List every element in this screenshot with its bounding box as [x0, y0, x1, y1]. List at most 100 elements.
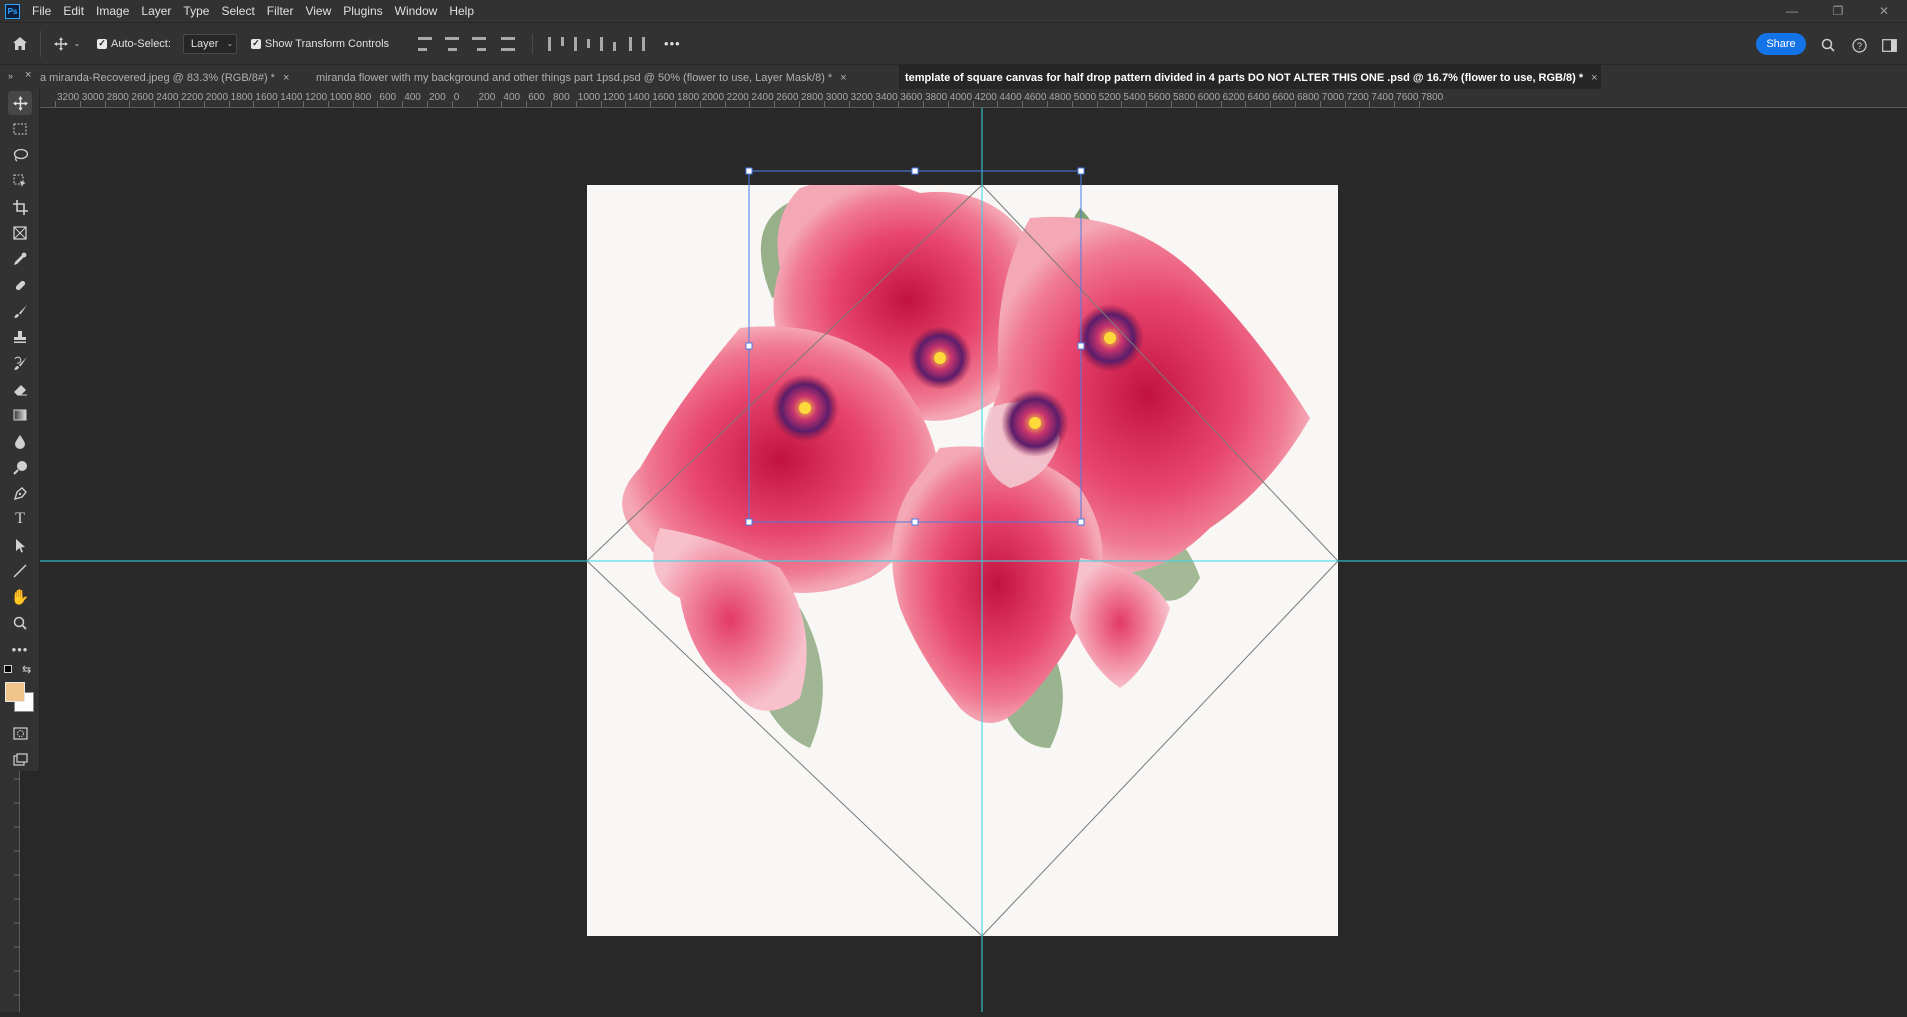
ruler-label: 5800 [1173, 92, 1196, 103]
edit-toolbar-icon[interactable]: ••• [8, 637, 32, 661]
panel-collapse-icon[interactable]: » [8, 71, 13, 81]
menu-plugins[interactable]: Plugins [337, 0, 388, 22]
transform-handle[interactable] [745, 518, 753, 526]
default-colors-icon[interactable] [4, 665, 12, 673]
search-icon[interactable] [1818, 35, 1838, 55]
ruler-tick [774, 101, 776, 107]
ruler-label: 2000 [205, 92, 229, 103]
ruler-label: 600 [379, 92, 397, 103]
ruler-tick [501, 101, 503, 107]
ruler-tick [1171, 101, 1172, 107]
tab-close-icon[interactable]: × [283, 72, 289, 84]
lasso-icon[interactable] [8, 143, 32, 167]
align-bottom-icon[interactable] [600, 36, 617, 51]
align-left-icon[interactable] [418, 36, 434, 51]
ruler-tick [724, 101, 726, 107]
ruler-tick [1220, 101, 1222, 107]
path-selection-icon[interactable] [8, 533, 32, 557]
screen-mode-icon[interactable] [8, 747, 32, 771]
align-right-icon[interactable] [470, 36, 487, 51]
move-tool-icon[interactable] [53, 36, 69, 51]
restore-icon[interactable]: ❐ [1815, 0, 1861, 22]
quick-mask-icon[interactable] [8, 721, 32, 745]
menu-layer[interactable]: Layer [135, 0, 177, 22]
ruler-label: 4600 [1024, 92, 1047, 103]
eraser-icon[interactable] [8, 377, 32, 401]
home-icon[interactable] [0, 36, 40, 51]
transform-handle[interactable] [911, 518, 919, 526]
menu-select[interactable]: Select [215, 0, 260, 22]
history-brush-icon[interactable] [8, 351, 32, 375]
menu-edit[interactable]: Edit [57, 0, 90, 22]
ruler-tick [1319, 101, 1321, 107]
swap-colors-icon[interactable]: ⇆ [22, 663, 31, 676]
menu-view[interactable]: View [299, 0, 337, 22]
close-icon[interactable]: × [25, 69, 31, 81]
menu-filter[interactable]: Filter [261, 0, 300, 22]
dodge-icon[interactable] [8, 455, 32, 479]
document-canvas[interactable] [40, 108, 1907, 1012]
ruler-tick [699, 101, 701, 107]
frame-icon[interactable] [8, 221, 32, 245]
ruler-tick [129, 101, 131, 107]
blur-icon[interactable] [8, 429, 32, 453]
distribute-vertical-icon[interactable] [501, 36, 517, 51]
ruler-tick [997, 101, 999, 107]
object-selection-icon[interactable] [8, 169, 32, 193]
transform-handle[interactable] [911, 167, 919, 175]
distribute-horizontal-icon[interactable] [629, 36, 646, 51]
menu-type[interactable]: Type [177, 0, 215, 22]
more-options-icon[interactable]: ••• [664, 36, 681, 51]
ruler-tick [823, 101, 825, 107]
align-horizontal-center-icon[interactable] [444, 36, 460, 51]
ruler-tick [278, 101, 280, 107]
tab-close-icon[interactable]: × [840, 72, 846, 84]
pen-icon[interactable] [8, 481, 32, 505]
transform-handle[interactable] [745, 342, 753, 350]
hand-icon[interactable]: ✋ [8, 585, 32, 609]
tab-label: miranda flower with my background and ot… [316, 71, 833, 84]
ruler-label: 400 [503, 92, 521, 103]
menu-window[interactable]: Window [389, 0, 444, 22]
transform-handle[interactable] [1077, 518, 1085, 526]
horizontal-ruler: 3200 3000 2800 2600 2400 2200 2000 1800 1600 1400… [40, 89, 1907, 108]
document-workspace[interactable] [40, 108, 1907, 1012]
ruler-tick [873, 101, 875, 107]
ruler-label: 1200 [602, 92, 625, 103]
close-icon[interactable]: ✕ [1861, 0, 1907, 22]
gradient-icon[interactable] [8, 403, 32, 427]
tab-close-icon[interactable]: × [1591, 72, 1597, 84]
rectangular-marquee-icon[interactable] [8, 117, 32, 141]
zoom-icon[interactable] [8, 611, 32, 635]
auto-select-checkbox[interactable]: ✓ [97, 38, 107, 49]
workspace-icon[interactable] [1879, 35, 1899, 55]
ruler-tick [1195, 101, 1197, 107]
help-icon[interactable]: ? [1849, 35, 1869, 55]
align-vertical-center-icon[interactable] [574, 36, 591, 51]
share-button[interactable]: Share [1756, 33, 1806, 55]
transform-handle[interactable] [1077, 167, 1085, 175]
transform-handle[interactable] [1077, 342, 1085, 350]
move-tool-icon[interactable] [8, 91, 32, 115]
align-top-icon[interactable] [548, 36, 565, 51]
tab-document-1[interactable]: a miranda-Recovered.jpeg @ 83.3% (RGB/8#… [34, 65, 302, 90]
auto-select-target-dropdown[interactable]: Layer ⌄ [182, 33, 237, 54]
tab-document-2[interactable]: miranda flower with my background and ot… [310, 65, 894, 90]
line-icon[interactable] [8, 559, 32, 583]
foreground-color-swatch[interactable] [5, 682, 25, 702]
eyedropper-icon[interactable] [8, 247, 32, 271]
type-icon[interactable]: T [8, 507, 32, 531]
ruler-label: 6600 [1272, 92, 1295, 103]
tab-document-3-active[interactable]: template of square canvas for half drop … [899, 65, 1601, 90]
tool-preset-chevron-icon[interactable]: ⌄ [69, 39, 85, 48]
clone-stamp-icon[interactable] [8, 325, 32, 349]
menu-help[interactable]: Help [443, 0, 480, 22]
show-transform-controls-checkbox[interactable]: ✓ [250, 38, 261, 49]
menu-image[interactable]: Image [90, 0, 135, 22]
minimize-icon[interactable]: — [1769, 0, 1815, 22]
transform-handle[interactable] [745, 167, 753, 175]
menu-file[interactable]: File [26, 0, 57, 22]
crop-icon[interactable] [8, 195, 32, 219]
healing-brush-icon[interactable] [8, 273, 32, 297]
brush-icon[interactable] [8, 299, 32, 323]
